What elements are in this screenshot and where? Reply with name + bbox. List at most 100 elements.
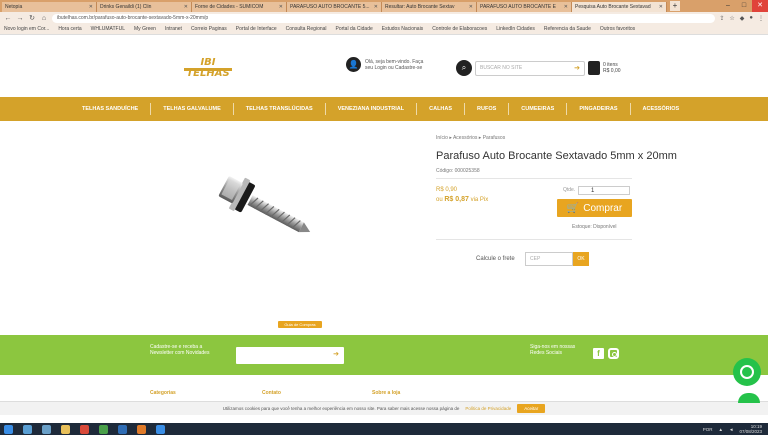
- app-icon[interactable]: [137, 424, 146, 434]
- social-text: Siga-nos em nossas Redes Sociais: [530, 344, 576, 356]
- newsletter-email-input[interactable]: ➔: [236, 347, 344, 364]
- volume-icon[interactable]: ◄: [729, 427, 733, 432]
- nav-item-telhas-galvalume[interactable]: TELHAS GALVALUME: [151, 103, 234, 115]
- product-image[interactable]: [200, 160, 320, 255]
- forward-icon[interactable]: →: [16, 15, 24, 22]
- word-icon[interactable]: [118, 424, 127, 434]
- cep-input[interactable]: CEP: [525, 252, 573, 266]
- instagram-icon[interactable]: [608, 348, 619, 359]
- nav-item-acessorios[interactable]: ACESSÓRIOS: [631, 103, 692, 115]
- browser-tab[interactable]: Netopia ✕: [2, 1, 97, 12]
- search-taskbar-icon[interactable]: [23, 424, 32, 434]
- site-header: IBI TELHAS 👤 Olá, seja bem-vindo. Faça s…: [0, 35, 768, 97]
- bookmark-item[interactable]: Referencia da Saude: [544, 26, 591, 32]
- buy-button[interactable]: 🛒 Comprar: [557, 199, 632, 217]
- close-tab-icon[interactable]: ✕: [184, 4, 188, 10]
- os-taskbar: POR ▲ ◄ 10:19 07/08/2023: [0, 423, 768, 435]
- account-text: Olá, seja bem-vindo. Faça seu Login ou C…: [365, 58, 424, 71]
- bookmark-item[interactable]: Hora certa: [58, 26, 81, 32]
- app-icon[interactable]: [80, 424, 89, 434]
- browser-tab[interactable]: PARAFUSO AUTO BROCANTE E ✕: [477, 1, 572, 12]
- facebook-icon[interactable]: f: [593, 348, 604, 359]
- bookmark-item[interactable]: Estudos Nacionais: [382, 26, 423, 32]
- profile-icon[interactable]: ●: [749, 15, 753, 22]
- close-tab-icon[interactable]: ✕: [469, 4, 473, 10]
- privacy-policy-link[interactable]: Política de Privacidade: [465, 406, 511, 411]
- file-explorer-icon[interactable]: [61, 424, 70, 434]
- browser-tab-active[interactable]: Pesquisa Auto Brocante Sextavad ✕: [572, 1, 667, 12]
- extension-icon[interactable]: ◆: [740, 15, 745, 22]
- nav-item-telhas-translucidas[interactable]: TELHAS TRANSLÚCIDAS: [234, 103, 326, 115]
- browser-tab[interactable]: Forne de Cidades - SUMICOM ✕: [192, 1, 287, 12]
- search-input[interactable]: BUSCAR NO SITE ➔: [475, 60, 585, 76]
- calculate-shipping-button[interactable]: OK: [573, 252, 589, 266]
- bookmark-item[interactable]: My Green: [134, 26, 156, 32]
- home-icon[interactable]: ⌂: [40, 15, 48, 22]
- reload-icon[interactable]: ↻: [28, 14, 36, 22]
- star-icon[interactable]: ☆: [729, 15, 734, 22]
- close-window-icon[interactable]: ✕: [752, 0, 768, 12]
- system-tray: POR ▲ ◄ 10:19 07/08/2023: [703, 424, 768, 434]
- tab-label: PARAFUSO AUTO BROCANTE 5...: [290, 3, 370, 10]
- cookie-banner: Utilizamos cookies para que você tenha a…: [0, 401, 768, 415]
- accept-cookies-button[interactable]: Aceitar: [517, 404, 546, 413]
- bookmark-item[interactable]: Novo login em Cor...: [4, 26, 49, 32]
- divider: [436, 178, 632, 179]
- bookmark-item[interactable]: Correio Paginas: [191, 26, 227, 32]
- newsletter-submit-icon[interactable]: ➔: [333, 350, 339, 358]
- close-tab-icon[interactable]: ✕: [89, 4, 93, 10]
- edge-icon[interactable]: [156, 424, 165, 434]
- availability-status: Estoque: Disponível: [572, 224, 617, 230]
- new-tab-button[interactable]: +: [670, 1, 680, 11]
- nav-item-telhas-sanduiche[interactable]: TELHAS SANDUÍCHE: [70, 103, 152, 115]
- url-field[interactable]: ibutelhas.com.br/parafuso-auto-brocante-…: [52, 13, 716, 23]
- tab-label: Pesquisa Auto Brocante Sextavad: [575, 3, 651, 10]
- close-tab-icon[interactable]: ✕: [659, 4, 663, 10]
- close-tab-icon[interactable]: ✕: [374, 4, 378, 10]
- nav-item-rufos[interactable]: RUFOS: [465, 103, 510, 115]
- site-logo[interactable]: IBI TELHAS: [180, 55, 236, 79]
- search-arrow-icon[interactable]: ➔: [574, 64, 580, 72]
- share-icon[interactable]: ⇪: [719, 15, 724, 22]
- close-tab-icon[interactable]: ✕: [564, 4, 568, 10]
- menu-icon[interactable]: ⋮: [758, 15, 764, 22]
- bookmark-item[interactable]: Controle de Elaboracoes: [432, 26, 487, 32]
- quantity-input[interactable]: 1: [578, 186, 630, 195]
- bookmark-item[interactable]: LinkedIn Cidades: [496, 26, 535, 32]
- bookmark-item[interactable]: Intranet: [165, 26, 182, 32]
- bookmark-item[interactable]: WHLUMATFUL: [91, 26, 125, 32]
- tab-label: Forne de Cidades - SUMICOM: [195, 3, 264, 10]
- buying-guide-link[interactable]: Guia de Compras: [278, 321, 322, 328]
- browser-tab[interactable]: PARAFUSO AUTO BROCANTE 5... ✕: [287, 1, 382, 12]
- bookmark-item[interactable]: Consulta Regional: [286, 26, 327, 32]
- chrome-icon[interactable]: [99, 424, 108, 434]
- nav-item-cumeeiras[interactable]: CUMEEIRAS: [509, 103, 568, 115]
- account-link[interactable]: 👤 Olá, seja bem-vindo. Faça seu Login ou…: [346, 57, 425, 72]
- clock[interactable]: 10:19 07/08/2023: [739, 424, 762, 434]
- back-icon[interactable]: ←: [4, 15, 12, 22]
- nav-item-calhas[interactable]: CALHAS: [417, 103, 466, 115]
- task-view-icon[interactable]: [42, 424, 51, 434]
- maximize-icon[interactable]: □: [736, 0, 752, 12]
- price-suffix: via Pix: [470, 197, 489, 203]
- network-icon[interactable]: ▲: [719, 427, 723, 432]
- language-indicator[interactable]: POR: [703, 427, 713, 432]
- browser-tab[interactable]: Drinks Genaildi (1) Clin ✕: [97, 1, 192, 12]
- start-icon[interactable]: [4, 424, 13, 434]
- breadcrumb[interactable]: Início ▸ Acessórios ▸ Parafusos: [436, 135, 505, 141]
- nav-item-veneziana[interactable]: VENEZIANA INDUSTRIAL: [326, 103, 418, 115]
- nav-item-pingadeiras[interactable]: PINGADEIRAS: [567, 103, 631, 115]
- close-tab-icon[interactable]: ✕: [279, 4, 283, 10]
- tab-label: PARAFUSO AUTO BROCANTE E: [480, 3, 556, 10]
- newsletter-band: Cadastre-se e receba a Newsletter com No…: [0, 335, 768, 375]
- cart-link[interactable]: 0 itens R$ 0,00: [588, 61, 621, 75]
- cookie-text: Utilizamos cookies para que você tenha a…: [222, 406, 460, 411]
- bookmark-item[interactable]: Portal de Interface: [236, 26, 277, 32]
- bookmark-item[interactable]: Portal da Cidade: [336, 26, 373, 32]
- tab-label: Resultar: Auto Brocante Sextav: [385, 3, 455, 10]
- minimize-icon[interactable]: –: [720, 0, 736, 12]
- bookmark-item[interactable]: Outros favoritos: [600, 26, 635, 32]
- browser-tab[interactable]: Resultar: Auto Brocante Sextav ✕: [382, 1, 477, 12]
- whatsapp-button[interactable]: [733, 358, 761, 386]
- buy-button-label: Comprar: [583, 202, 623, 214]
